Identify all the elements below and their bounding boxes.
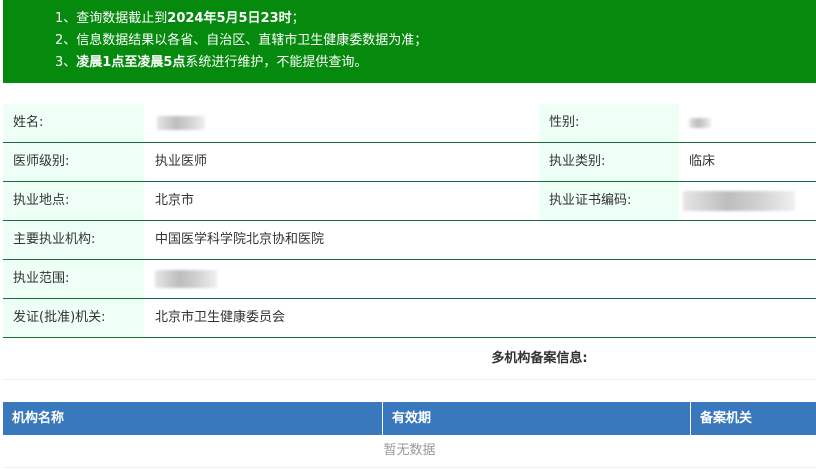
level-value: 执业医师 <box>155 154 208 169</box>
multi-record-heading: 多机构备案信息: <box>3 338 816 380</box>
issuer-label: 发证(批准)机关: <box>3 299 144 337</box>
multi-record-table: 机构名称 有效期 备案机关 暂无数据 <box>3 402 816 468</box>
scope-label: 执业范围: <box>3 260 144 298</box>
column-header-institution: 机构名称 <box>3 402 383 435</box>
info-row-level: 医师级别: 执业医师 执业类别: 临床 <box>3 143 816 182</box>
scope-value-redacted <box>144 260 217 298</box>
institution-value: 中国医学科学院北京协和医院 <box>155 232 325 247</box>
info-row-scope: 执业范围: <box>3 260 816 299</box>
cert-value-redacted <box>679 182 795 220</box>
notice-maintenance-time: 凌晨1点至凌晨5点 <box>76 55 186 70</box>
redacted-block <box>683 190 795 211</box>
redacted-block <box>155 269 217 288</box>
redacted-block <box>157 115 205 130</box>
multi-record-title: 多机构备案信息: <box>491 351 588 366</box>
location-value: 北京市 <box>155 193 195 208</box>
info-row-institution: 主要执业机构: 中国医学科学院北京协和医院 <box>3 221 816 260</box>
notice-text: 系统进行维护，不能提供查询。 <box>185 55 368 70</box>
cert-label: 执业证书编码: <box>539 182 679 220</box>
notice-line-1: 1、查询数据截止到2024年5月5日23时； <box>55 8 816 30</box>
level-label: 医师级别: <box>3 143 144 181</box>
notice-text: 1、查询数据截止到 <box>55 11 168 26</box>
column-header-record-authority: 备案机关 <box>700 411 753 426</box>
notice-line-3: 3、凌晨1点至凌晨5点系统进行维护，不能提供查询。 <box>55 52 816 74</box>
name-label: 姓名: <box>3 104 144 142</box>
gender-label: 性别: <box>539 104 679 142</box>
notice-date: 2024年5月5日23时 <box>167 11 292 26</box>
notice-line-2: 2、信息数据结果以各省、自治区、直辖市卫生健康委数据为准； <box>55 33 428 48</box>
table-empty-message: 暂无数据 <box>3 435 816 468</box>
category-value: 临床 <box>689 154 716 169</box>
doctor-info-table: 姓名: 性别: 医师级别: 执业医师 执业类别: 临床 执业地点: 北京市 执业… <box>3 104 816 338</box>
notice-text: 3、 <box>55 55 77 70</box>
location-label: 执业地点: <box>3 182 144 220</box>
info-row-location: 执业地点: 北京市 执业证书编码: <box>3 182 816 221</box>
info-row-issuer: 发证(批准)机关: 北京市卫生健康委员会 <box>3 299 816 338</box>
column-header-validity: 有效期 <box>383 402 691 435</box>
info-row-name: 姓名: 性别: <box>3 104 816 143</box>
name-value-redacted <box>144 104 205 142</box>
institution-label: 主要执业机构: <box>3 221 144 259</box>
category-label: 执业类别: <box>539 143 679 181</box>
gender-value-redacted <box>679 104 711 142</box>
notice-banner: 1、查询数据截止到2024年5月5日23时； 2、信息数据结果以各省、自治区、直… <box>3 0 816 83</box>
notice-text: ； <box>291 11 305 26</box>
redacted-block <box>689 117 711 128</box>
issuer-value: 北京市卫生健康委员会 <box>155 310 286 325</box>
table-header: 机构名称 有效期 备案机关 <box>3 402 816 435</box>
